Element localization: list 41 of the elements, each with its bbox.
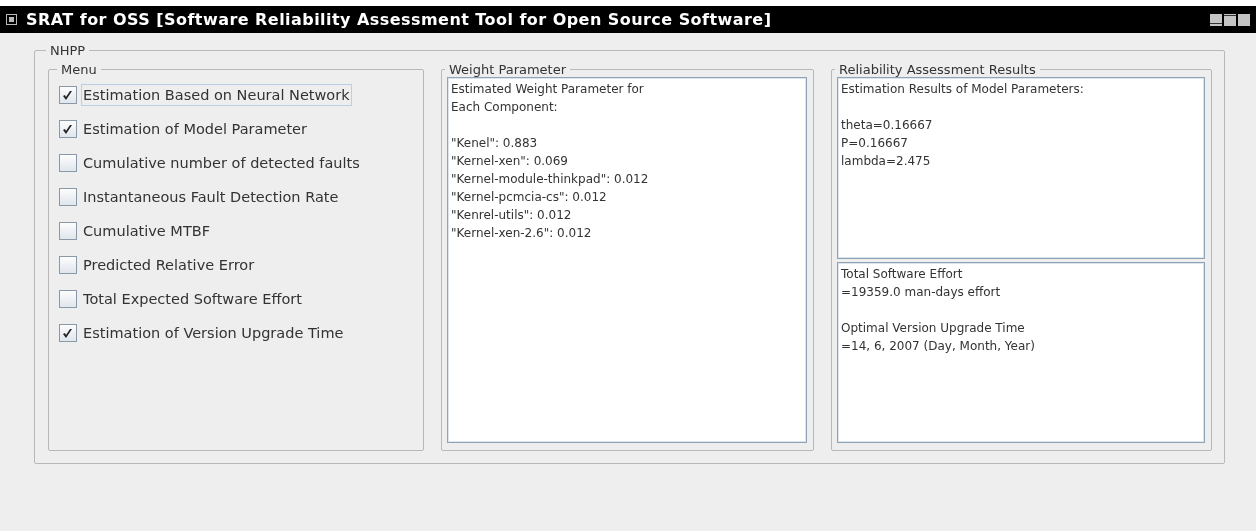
text-line: Optimal Version Upgrade Time bbox=[841, 319, 1026, 337]
checkbox-label[interactable]: Estimation of Version Upgrade Time bbox=[81, 322, 346, 344]
text-line: Each Component: bbox=[451, 99, 559, 116]
checkbox-label[interactable]: Predicted Relative Error bbox=[81, 254, 257, 276]
text-line: Total Software Effort bbox=[841, 265, 964, 283]
minimize-icon[interactable] bbox=[1210, 13, 1222, 26]
group-title: NHPP bbox=[49, 43, 87, 58]
checkbox[interactable] bbox=[59, 256, 77, 274]
text-line: "Kernel-module-thinkpad": 0.012 bbox=[451, 171, 650, 188]
window-title: SRAT for OSS [Software Reliability Assessment Tool for Open Source Software] bbox=[26, 10, 773, 29]
checkbox[interactable] bbox=[59, 154, 77, 172]
text-line: "Kenrel-utils": 0.012 bbox=[451, 207, 573, 224]
text-line: =14, 6, 2007 (Day, Month, Year) bbox=[841, 337, 1036, 355]
checkbox-label[interactable]: Instantaneous Fault Detection Rate bbox=[81, 186, 341, 208]
checkbox-label[interactable]: Cumulative number of detected faults bbox=[81, 152, 362, 174]
text-line: Estimated Weight Parameter for bbox=[451, 81, 645, 98]
text-line: "Kernel-xen-2.6": 0.012 bbox=[451, 225, 593, 242]
window-menu-icon[interactable] bbox=[6, 14, 17, 25]
text-line: "Kenel": 0.883 bbox=[451, 135, 539, 152]
checkbox[interactable] bbox=[59, 324, 77, 342]
text-line: P=0.16667 bbox=[841, 135, 909, 152]
text-line: "Kernel-pcmcia-cs": 0.012 bbox=[451, 189, 608, 206]
checkbox-label[interactable]: Cumulative MTBF bbox=[81, 220, 213, 242]
text-line: theta=0.16667 bbox=[841, 117, 934, 134]
group-title: Menu bbox=[60, 62, 98, 77]
checkbox-label[interactable]: Estimation Based on Neural Network bbox=[81, 84, 352, 106]
checkbox[interactable] bbox=[59, 188, 77, 206]
text-line: =19359.0 man-days effort bbox=[841, 283, 1002, 301]
checkbox-label[interactable]: Total Expected Software Effort bbox=[81, 288, 304, 310]
maximize-icon[interactable] bbox=[1224, 13, 1236, 26]
checkbox[interactable] bbox=[59, 222, 77, 240]
checkbox[interactable] bbox=[59, 290, 77, 308]
checkbox[interactable] bbox=[59, 86, 77, 104]
text-line: Estimation Results of Model Parameters: bbox=[841, 81, 1085, 98]
checkbox-label[interactable]: Estimation of Model Parameter bbox=[81, 118, 309, 140]
close-icon[interactable] bbox=[1238, 13, 1250, 26]
text-line: "Kernel-xen": 0.069 bbox=[451, 153, 569, 170]
group-title: Reliability Assessment Results bbox=[838, 62, 1037, 77]
text-line: lambda=2.475 bbox=[841, 153, 932, 170]
checkbox[interactable] bbox=[59, 120, 77, 138]
group-title: Weight Parameter bbox=[448, 62, 568, 77]
